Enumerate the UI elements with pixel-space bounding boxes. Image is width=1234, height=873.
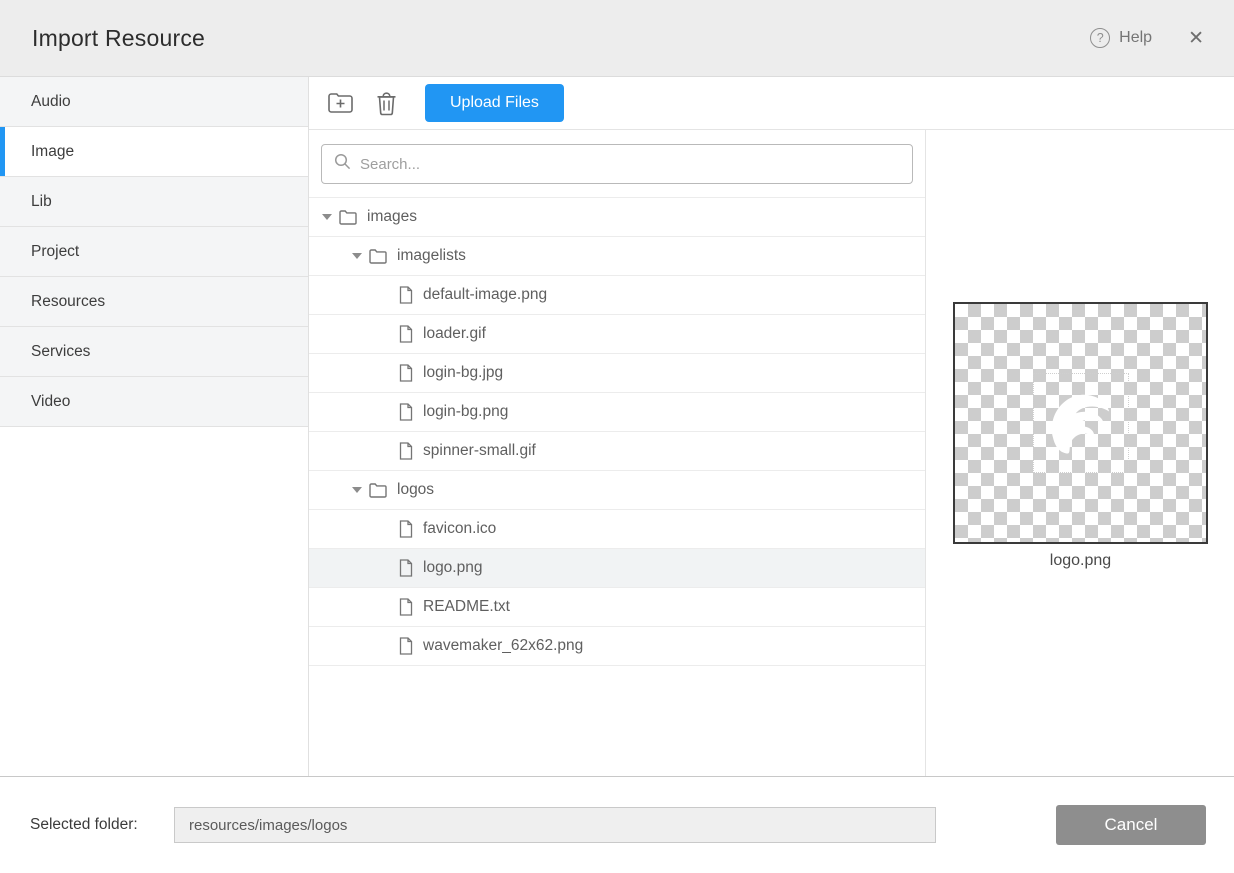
help-label: Help [1119,29,1152,47]
new-folder-icon [327,91,354,115]
tree-row-label: default-image.png [423,286,547,304]
sidebar-item-label: Services [31,343,90,361]
sidebar-item-video[interactable]: Video [0,377,308,427]
sidebar-item-label: Video [31,393,70,411]
trash-icon [376,90,397,116]
resource-type-sidebar: Audio Image Lib Project Resources Servic… [0,77,309,776]
tree-row-label: imagelists [397,247,466,265]
logo-image [1033,373,1129,473]
page-title: Import Resource [32,25,205,52]
file-icon [399,442,413,460]
tree-row-file-logo-png[interactable]: logo.png [309,549,925,588]
sidebar-item-label: Lib [31,193,52,211]
help-button[interactable]: ? Help [1090,28,1152,48]
tree-row-folder-images[interactable]: images [309,198,925,237]
tree-row-folder-imagelists[interactable]: imagelists [309,237,925,276]
sidebar-item-image[interactable]: Image [0,127,308,177]
tree-row-label: README.txt [423,598,510,616]
tree-row-file-login-bg-png[interactable]: login-bg.png [309,393,925,432]
toolbar: Upload Files [309,77,1234,130]
import-resource-dialog: Import Resource ? Help ✕ Audio Image Lib… [0,0,1234,873]
new-folder-button[interactable] [321,89,360,117]
sidebar-item-label: Audio [31,93,71,111]
tree-row-label: login-bg.png [423,403,508,421]
file-icon [399,520,413,538]
selected-folder-label: Selected folder: [30,816,174,834]
search-icon [334,153,351,175]
search-input[interactable] [360,156,900,173]
file-icon [399,286,413,304]
folder-icon [339,210,357,225]
file-icon [399,325,413,343]
close-icon[interactable]: ✕ [1188,29,1204,48]
sidebar-item-resources[interactable]: Resources [0,277,308,327]
sidebar-item-project[interactable]: Project [0,227,308,277]
sidebar-item-lib[interactable]: Lib [0,177,308,227]
sidebar-item-label: Resources [31,293,105,311]
delete-button[interactable] [370,88,403,118]
search-box[interactable] [321,144,913,184]
file-icon [399,403,413,421]
tree-row-file-login-bg-jpg[interactable]: login-bg.jpg [309,354,925,393]
help-icon: ? [1090,28,1110,48]
selected-folder-input[interactable] [174,807,936,843]
tree-row-label: loader.gif [423,325,486,343]
wavemaker-logo-icon [1037,379,1125,467]
folder-icon [369,249,387,264]
caret-down-icon[interactable] [315,214,339,220]
image-preview [953,302,1208,544]
sidebar-item-services[interactable]: Services [0,327,308,377]
folder-icon [369,483,387,498]
browser-area: images imagelists default-image.png load… [309,130,1234,776]
tree-row-file-loader-gif[interactable]: loader.gif [309,315,925,354]
search-section [309,130,925,198]
tree-row-file-wavemaker-62x62-png[interactable]: wavemaker_62x62.png [309,627,925,666]
tree-row-label: spinner-small.gif [423,442,536,460]
caret-down-icon[interactable] [345,253,369,259]
dialog-footer: Selected folder: Cancel [0,776,1234,873]
caret-down-icon[interactable] [345,487,369,493]
tree-row-label: logos [397,481,434,499]
file-tree-panel: images imagelists default-image.png load… [309,130,926,776]
tree-row-file-default-image-png[interactable]: default-image.png [309,276,925,315]
preview-caption: logo.png [953,552,1208,570]
tree-row-label: favicon.ico [423,520,496,538]
sidebar-item-label: Project [31,243,79,261]
file-icon [399,637,413,655]
preview-panel: logo.png [926,130,1234,776]
dialog-content: Audio Image Lib Project Resources Servic… [0,77,1234,776]
file-icon [399,364,413,382]
sidebar-item-audio[interactable]: Audio [0,77,308,127]
sidebar-item-label: Image [31,143,74,161]
tree-row-label: login-bg.jpg [423,364,503,382]
file-icon [399,598,413,616]
dialog-titlebar: Import Resource ? Help ✕ [0,0,1234,77]
cancel-button[interactable]: Cancel [1056,805,1206,845]
file-tree: images imagelists default-image.png load… [309,198,925,776]
tree-row-label: logo.png [423,559,482,577]
file-icon [399,559,413,577]
tree-row-file-spinner-small-gif[interactable]: spinner-small.gif [309,432,925,471]
tree-row-label: images [367,208,417,226]
tree-row-file-readme-txt[interactable]: README.txt [309,588,925,627]
upload-files-button[interactable]: Upload Files [425,84,564,122]
tree-row-label: wavemaker_62x62.png [423,637,583,655]
main-area: Upload Files ima [309,77,1234,776]
tree-row-folder-logos[interactable]: logos [309,471,925,510]
tree-row-file-favicon-ico[interactable]: favicon.ico [309,510,925,549]
